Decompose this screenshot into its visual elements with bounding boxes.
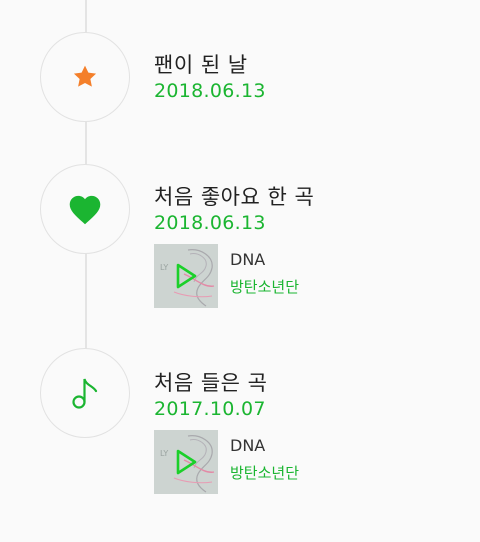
fan-timeline: 팬이 된 날 2018.06.13 처음 좋아요 한 곡 2018.06.13 … xyxy=(0,0,480,542)
event-title: 처음 들은 곡 xyxy=(154,371,268,395)
play-icon[interactable] xyxy=(174,262,198,290)
music-note-icon xyxy=(72,378,98,409)
event-date: 2018.06.13 xyxy=(154,212,266,234)
svg-text:LY: LY xyxy=(160,449,168,458)
song-artist[interactable]: 방탄소년단 xyxy=(230,462,299,483)
event-date: 2017.10.07 xyxy=(154,398,266,420)
timeline-node-fan-date xyxy=(40,32,130,122)
svg-text:LY: LY xyxy=(160,263,168,272)
song-artist[interactable]: 방탄소년단 xyxy=(230,276,299,297)
song-item[interactable]: LY DNA 방탄소년단 xyxy=(154,430,354,494)
song-item[interactable]: LY DNA 방탄소년단 xyxy=(154,244,354,308)
event-title: 처음 좋아요 한 곡 xyxy=(154,185,315,209)
album-thumbnail[interactable]: LY xyxy=(154,430,218,494)
heart-icon xyxy=(69,195,101,225)
play-icon[interactable] xyxy=(174,448,198,476)
star-icon xyxy=(73,65,97,87)
event-date: 2018.06.13 xyxy=(154,80,266,102)
timeline-node-first-listen xyxy=(40,348,130,438)
timeline-node-first-like xyxy=(40,164,130,254)
album-thumbnail[interactable]: LY xyxy=(154,244,218,308)
song-title[interactable]: DNA xyxy=(230,436,265,455)
event-title: 팬이 된 날 xyxy=(154,53,248,77)
song-title[interactable]: DNA xyxy=(230,250,265,269)
